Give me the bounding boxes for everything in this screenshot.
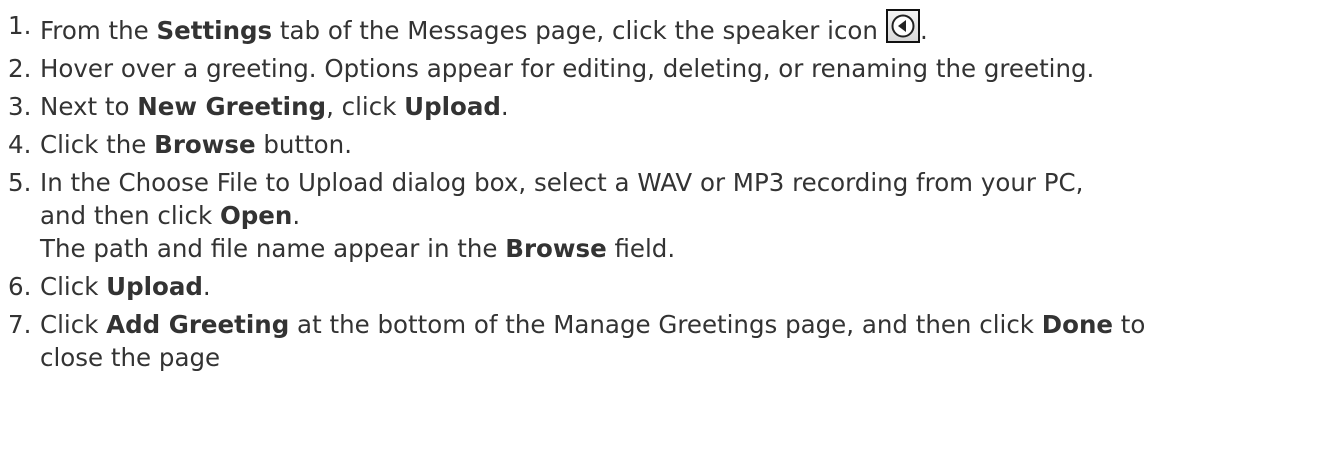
step-text: Click	[40, 310, 107, 339]
step-text-line1: Click Add Greeting at the bottom of the …	[40, 308, 1318, 341]
step-text-line2: and then click Open.	[40, 199, 1318, 232]
step-6: 6. Click Upload.	[8, 270, 1318, 303]
step-text: In the Choose File to Upload dialog box,…	[40, 168, 1084, 197]
step-number: 4.	[8, 130, 32, 159]
step-text: tab of the Messages page, click the spea…	[272, 16, 878, 45]
open-term: Open	[219, 201, 293, 230]
step-text: field.	[606, 234, 676, 263]
step-text: .	[500, 92, 509, 121]
step-text: to	[1113, 310, 1146, 339]
step-text: Next to	[40, 92, 138, 121]
step-1: 1. From the Settings tab of the Messages…	[8, 9, 1318, 47]
step-5: 5. In the Choose File to Upload dialog b…	[8, 166, 1318, 265]
step-text: Click	[40, 272, 107, 301]
step-number: 5.	[8, 168, 32, 197]
step-text: button.	[255, 130, 352, 159]
step-4: 4. Click the Browse button.	[8, 128, 1318, 161]
step-text: .	[292, 201, 301, 230]
instruction-steps-list: 1. From the Settings tab of the Messages…	[8, 9, 1318, 379]
done-term: Done	[1041, 310, 1114, 339]
step-number: 1.	[8, 11, 32, 40]
step-text: .	[919, 16, 928, 45]
step-number: 3.	[8, 92, 32, 121]
settings-tab-term: Settings	[156, 16, 273, 45]
step-text: Click the	[40, 130, 155, 159]
add-greeting-term: Add Greeting	[106, 310, 290, 339]
upload-term: Upload	[106, 272, 203, 301]
step-text: , click	[326, 92, 405, 121]
step-number: 7.	[8, 310, 32, 339]
step-text: From the	[40, 16, 157, 45]
upload-term: Upload	[404, 92, 501, 121]
step-number: 6.	[8, 272, 32, 301]
step-number: 2.	[8, 54, 32, 83]
step-text: Hover over a greeting. Options appear fo…	[40, 54, 1095, 83]
step-text: .	[202, 272, 211, 301]
step-text: The path and file name appear in the	[40, 234, 506, 263]
speaker-icon	[885, 9, 920, 43]
browse-term: Browse	[505, 234, 607, 263]
step-2: 2. Hover over a greeting. Options appear…	[8, 52, 1318, 85]
new-greeting-term: New Greeting	[137, 92, 327, 121]
step-7: 7. Click Add Greeting at the bottom of t…	[8, 308, 1318, 374]
step-text: close the page	[40, 343, 221, 372]
step-text: at the bottom of the Manage Greetings pa…	[289, 310, 1042, 339]
step-text: and then click	[40, 201, 220, 230]
step-3: 3. Next to New Greeting, click Upload.	[8, 90, 1318, 123]
browse-term: Browse	[154, 130, 256, 159]
step-note: The path and file name appear in the Bro…	[40, 232, 1318, 265]
